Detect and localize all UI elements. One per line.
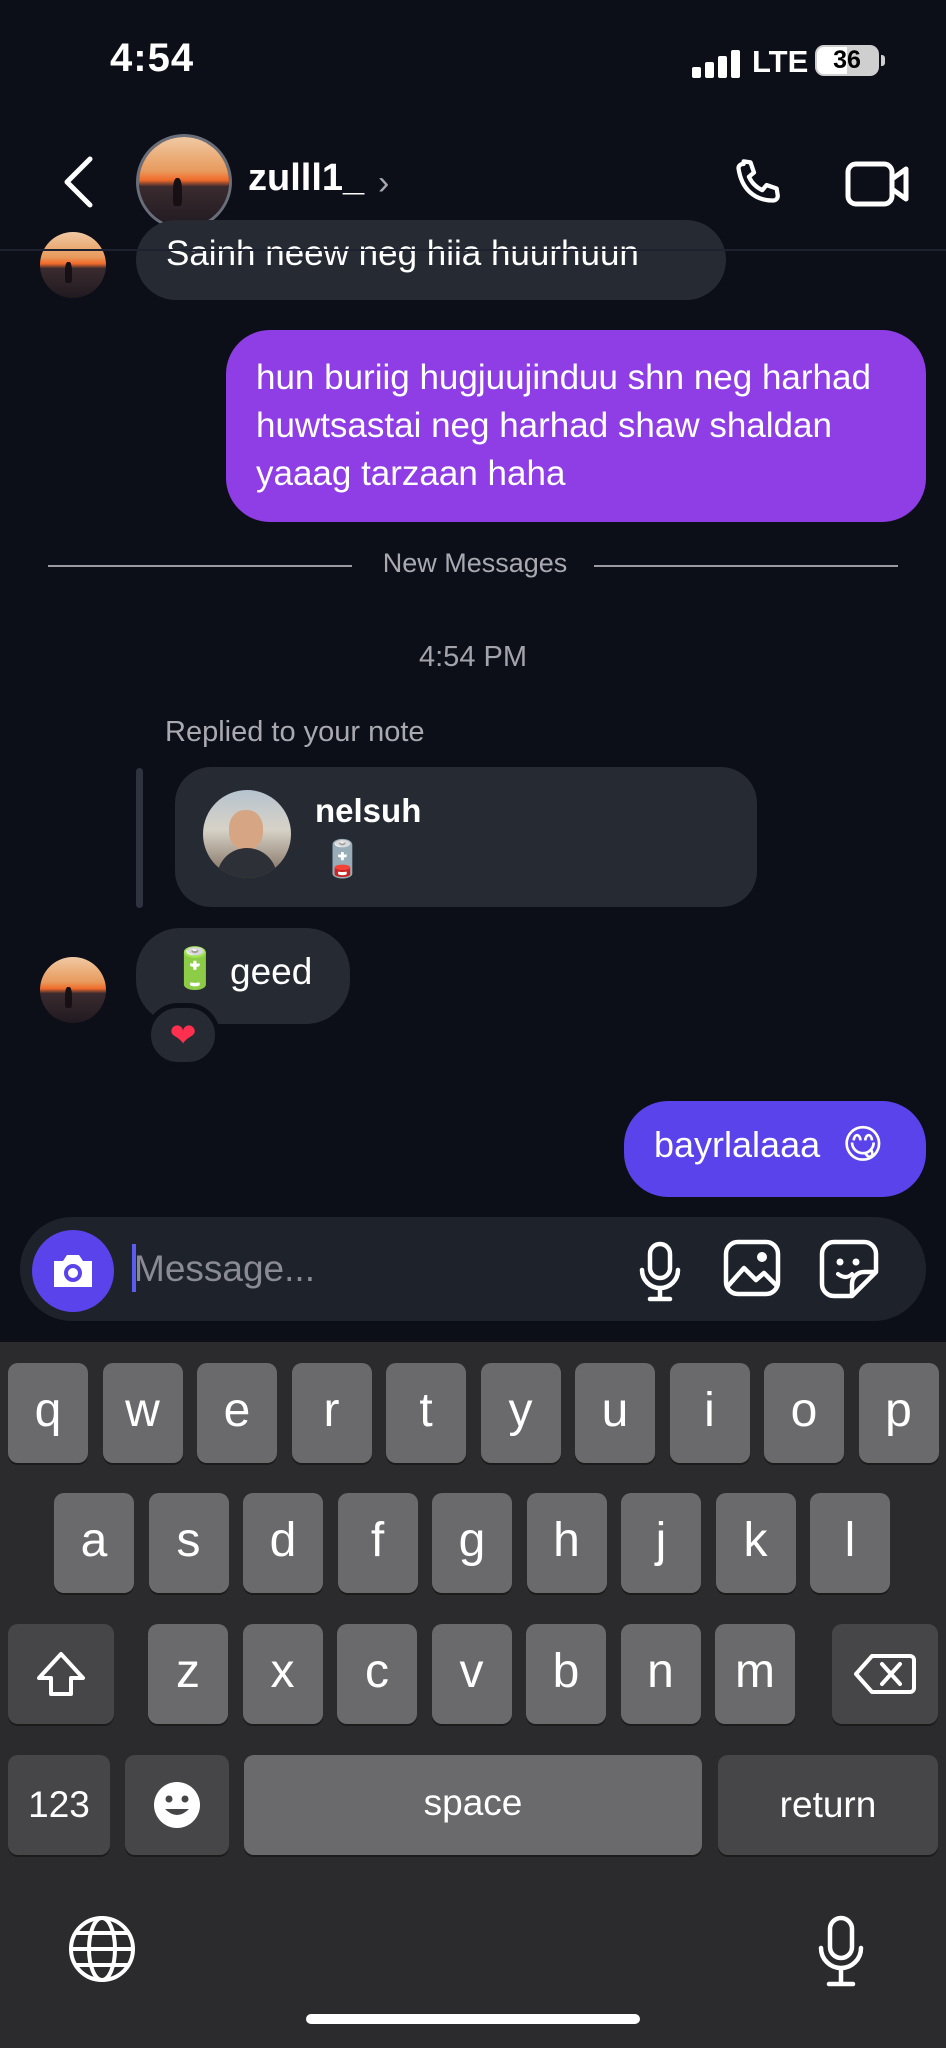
reply-indicator-bar (136, 768, 143, 908)
battery-emoji: 🔋 (170, 947, 220, 991)
video-camera-icon (845, 161, 909, 207)
replied-to-note-label: Replied to your note (165, 716, 425, 748)
camera-icon (54, 1255, 92, 1287)
key-p[interactable]: p (858, 1363, 939, 1463)
microphone-icon (818, 1915, 864, 1987)
key-a[interactable]: a (54, 1493, 134, 1593)
phone-icon (736, 159, 780, 203)
microphone-icon (639, 1241, 681, 1302)
battery-level: 36 (833, 46, 861, 74)
return-key[interactable]: return (718, 1755, 938, 1855)
message-input[interactable] (134, 1244, 604, 1294)
divider-line-left (48, 565, 352, 567)
gallery-button[interactable] (722, 1238, 782, 1298)
header-divider (0, 249, 946, 251)
key-s[interactable]: s (148, 1493, 229, 1593)
key-w[interactable]: w (102, 1363, 183, 1463)
heart-reaction-icon[interactable]: ❤ (146, 1003, 220, 1067)
key-n[interactable]: n (620, 1624, 701, 1724)
note-author-name: nelsuh (315, 792, 422, 829)
key-q[interactable]: q (8, 1363, 88, 1463)
new-messages-label: New Messages (382, 548, 568, 578)
key-r[interactable]: r (291, 1363, 372, 1463)
low-battery-emoji: 🪫 (320, 838, 365, 879)
note-author-avatar (203, 790, 291, 878)
shift-arrow-icon (37, 1652, 85, 1696)
key-g[interactable]: g (432, 1493, 512, 1593)
battery-tip (881, 55, 885, 66)
image-icon (723, 1239, 781, 1297)
key-e[interactable]: e (197, 1363, 277, 1463)
keyboard: qwertyuiop asdfghjkl zxcvbnm 123 space r… (0, 1342, 946, 2048)
incoming-message-bubble[interactable]: Sainh neew neg hiia huurhuun (136, 220, 726, 300)
yum-emoji: 😋 (842, 1123, 884, 1167)
chevron-right-icon[interactable]: › (378, 164, 389, 203)
key-o[interactable]: o (764, 1363, 844, 1463)
emoji-key[interactable] (125, 1755, 229, 1855)
space-key[interactable]: space (244, 1755, 702, 1855)
chevron-left-icon (64, 156, 93, 208)
contact-avatar[interactable] (136, 134, 232, 230)
key-i[interactable]: i (669, 1363, 750, 1463)
camera-button[interactable] (32, 1230, 114, 1312)
sender-avatar[interactable] (40, 957, 106, 1023)
message-text: Sainh neew neg hiia huurhuun (166, 234, 639, 273)
sender-avatar[interactable] (40, 232, 106, 298)
message-timestamp: 4:54 PM (419, 641, 527, 673)
audio-call-button[interactable] (726, 152, 790, 216)
key-c[interactable]: c (337, 1624, 417, 1724)
key-z[interactable]: z (148, 1624, 228, 1724)
battery-icon: 36 (815, 45, 879, 76)
key-u[interactable]: u (575, 1363, 655, 1463)
status-time: 4:54 (110, 36, 195, 80)
key-t[interactable]: t (386, 1363, 466, 1463)
sticker-icon (819, 1239, 879, 1299)
key-m[interactable]: m (715, 1624, 795, 1724)
globe-key[interactable] (66, 1913, 138, 1985)
home-indicator[interactable] (306, 2014, 640, 2024)
video-call-button[interactable] (843, 152, 913, 216)
back-button[interactable] (50, 150, 106, 214)
globe-icon (69, 1916, 135, 1982)
network-type: LTE (752, 44, 809, 79)
backspace-key[interactable] (832, 1624, 938, 1724)
key-v[interactable]: v (431, 1624, 512, 1724)
dictation-key[interactable] (816, 1914, 866, 1990)
shift-key[interactable] (8, 1624, 114, 1724)
numbers-key[interactable]: 123 (8, 1755, 110, 1855)
key-h[interactable]: h (526, 1493, 607, 1593)
signal-icon (692, 50, 740, 78)
message-text: geed (230, 951, 313, 992)
key-l[interactable]: l (810, 1493, 890, 1593)
divider-line-right (594, 565, 898, 567)
key-k[interactable]: k (715, 1493, 796, 1593)
delete-icon (854, 1654, 916, 1694)
message-text: bayrlalaaa (654, 1124, 821, 1165)
key-f[interactable]: f (337, 1493, 418, 1593)
key-x[interactable]: x (242, 1624, 323, 1724)
key-d[interactable]: d (243, 1493, 323, 1593)
key-j[interactable]: j (621, 1493, 701, 1593)
voice-message-button[interactable] (636, 1240, 684, 1304)
smiley-icon (154, 1782, 200, 1828)
sticker-button[interactable] (818, 1238, 880, 1300)
key-y[interactable]: y (480, 1363, 561, 1463)
outgoing-message-bubble[interactable]: hun buriig hugjuujinduu shn neg harhad h… (226, 330, 926, 522)
contact-username[interactable]: zulll1_ (248, 157, 364, 200)
key-b[interactable]: b (526, 1624, 606, 1724)
